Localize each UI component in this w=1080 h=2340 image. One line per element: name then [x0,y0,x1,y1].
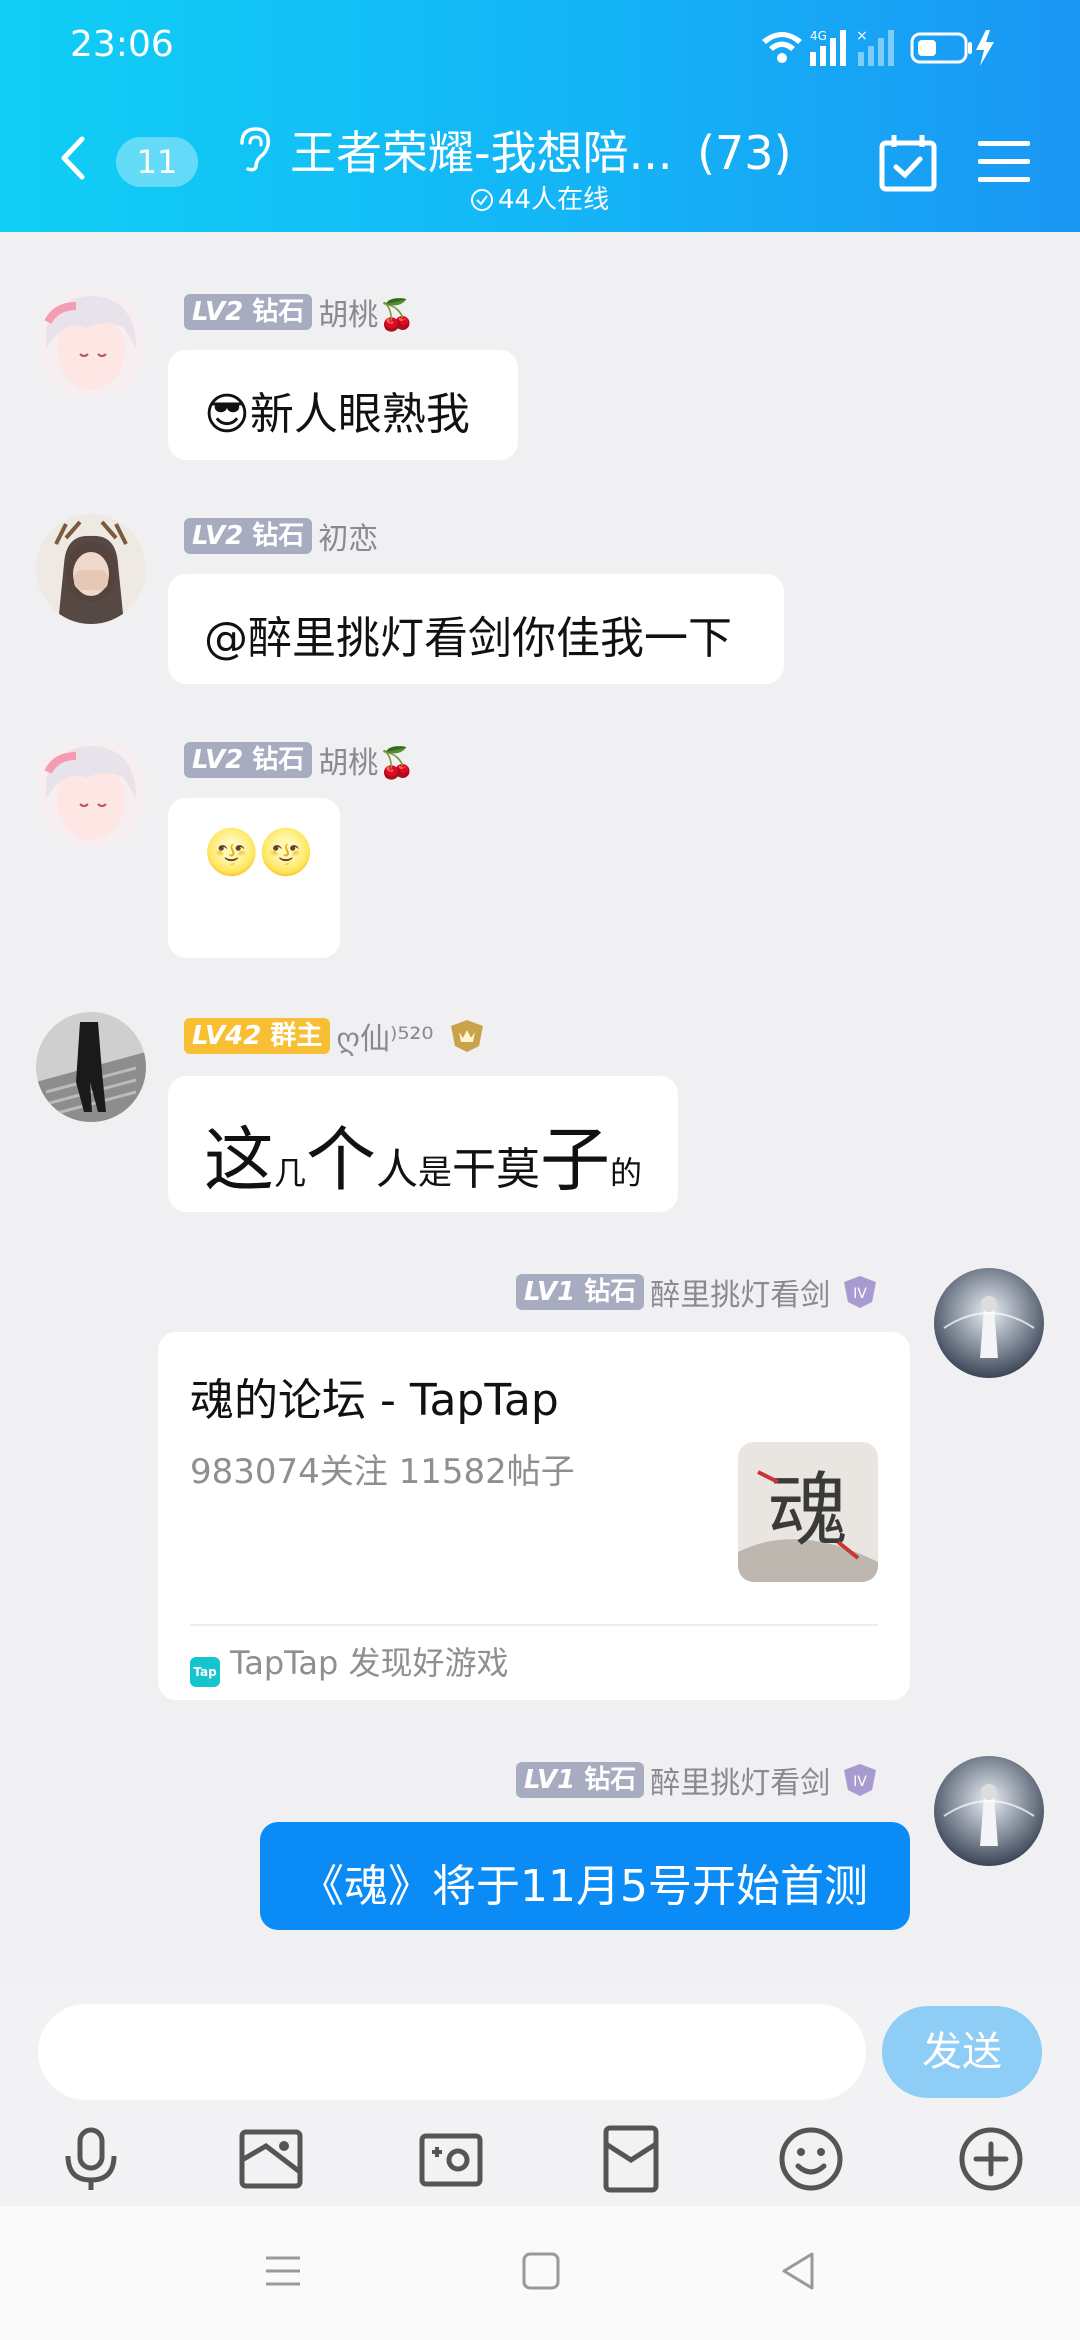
avatar[interactable] [36,514,146,624]
ear-icon [240,127,270,172]
message-meta: LV2 钻石 初恋 [184,514,378,557]
message-meta: LV2 钻石 胡桃🍒 [184,738,416,781]
level-badge: LV2 钻石 [184,742,313,778]
message-text: 《魂》将于11月5号开始首测 [300,1861,868,1912]
member-count: (73) [697,126,792,180]
sender-name[interactable]: 醉里挑灯看剑 [650,1278,830,1313]
sender-name[interactable]: 醉里挑灯看剑 [650,1766,830,1801]
send-button[interactable]: 发送 [882,2006,1042,2098]
sender-name[interactable]: 胡桃🍒 [318,746,415,781]
svg-text:IV: IV [853,1774,867,1790]
message-meta: LV1 钻石 醉里挑灯看剑 IV [516,1758,880,1801]
status-time: 23:06 [70,24,174,65]
level-shield-icon: IV [843,1276,876,1308]
online-count: 44人在线 [498,185,610,215]
crown-shield-icon [450,1020,483,1052]
level-badge: LV2 钻石 [184,518,313,554]
level-shield-icon: IV [843,1764,876,1796]
back-arrow-icon[interactable] [52,135,98,181]
home-icon[interactable] [516,2246,566,2296]
signal-icon: 4G [810,29,846,66]
red-packet-icon[interactable] [596,2124,666,2194]
message-bubble[interactable]: 这几个人是干莫子的 [168,1076,678,1212]
microphone-icon[interactable] [56,2124,126,2194]
title-bar: 11 王者荣耀-我想陪... (73) 44人在线 [0,95,1080,232]
message-meta: LV42 群主 ღ仙⁾⁵²⁰ [184,1014,487,1057]
message-text: 😎新人眼熟我 [204,389,470,440]
message-text: 这几个人是干莫子的 [204,1119,643,1201]
level-badge: LV1 钻石 [516,1274,645,1310]
taptap-icon: Tap [190,1657,220,1687]
card-footer: Tap TapTap 发现好游戏 [190,1638,509,1687]
camera-icon[interactable] [416,2124,486,2194]
message-bubble[interactable]: @醉里挑灯看剑你佳我一下 [168,574,784,684]
self-avatar[interactable] [934,1756,1044,1866]
svg-text:IV: IV [853,1286,867,1302]
message-meta: LV2 钻石 胡桃🍒 [184,290,416,333]
menu-icon[interactable] [976,137,1032,187]
self-avatar[interactable] [934,1268,1044,1378]
card-subtitle: 983074关注 11582帖子 [190,1452,575,1492]
wifi-icon [762,32,802,63]
group-name: 王者荣耀-我想陪... [290,126,673,180]
unread-count-badge[interactable]: 11 [116,137,198,187]
card-divider [190,1624,878,1626]
avatar[interactable] [36,738,146,848]
message-input[interactable] [38,2004,866,2100]
online-status: 44人在线 [470,179,609,216]
emoji-icon[interactable] [776,2124,846,2194]
sender-name[interactable]: 初恋 [318,522,378,557]
system-nav-bar [0,2206,1080,2340]
chat-header: 23:06 4G × 11 王者荣耀-我想陪... (73) 44人在线 [0,0,1080,232]
back-icon[interactable] [774,2246,824,2296]
level-badge: LV2 钻石 [184,294,313,330]
image-icon[interactable] [236,2124,306,2194]
battery-icon [910,30,994,66]
message-text: 🌝🌝 [204,827,314,878]
sender-name[interactable]: 胡桃🍒 [318,298,415,333]
recent-apps-icon[interactable] [258,2246,308,2296]
card-title: 魂的论坛 - TapTap [190,1375,559,1426]
online-check-icon [471,189,493,211]
signal-weak-icon: × [856,28,894,66]
svg-text:4G: 4G [810,29,827,43]
message-bubble[interactable]: 🌝🌝 [168,798,340,958]
avatar[interactable] [36,288,146,398]
avatar[interactable] [36,1012,146,1122]
owner-badge: LV42 群主 [184,1018,331,1054]
sender-name[interactable]: ღ仙⁾⁵²⁰ [336,1022,433,1057]
message-bubble[interactable]: 😎新人眼熟我 [168,350,518,460]
message-text: @醉里挑灯看剑你佳我一下 [204,613,732,664]
group-title[interactable]: 王者荣耀-我想陪... (73) [290,117,792,183]
card-thumbnail: 魂 [738,1442,878,1582]
status-icons: 4G × [760,26,1040,70]
calendar-check-icon[interactable] [876,131,940,195]
link-card[interactable]: 魂的论坛 - TapTap 983074关注 11582帖子 魂 Tap TapT… [158,1332,910,1700]
svg-text:×: × [856,28,868,44]
svg-text:魂: 魂 [768,1464,848,1557]
status-bar: 23:06 4G × [0,0,1080,95]
plus-icon[interactable] [956,2124,1026,2194]
level-badge: LV1 钻石 [516,1762,645,1798]
message-meta: LV1 钻石 醉里挑灯看剑 IV [516,1270,880,1313]
input-bar: 发送 [0,1984,1080,2206]
message-bubble[interactable]: 《魂》将于11月5号开始首测 [260,1822,910,1930]
